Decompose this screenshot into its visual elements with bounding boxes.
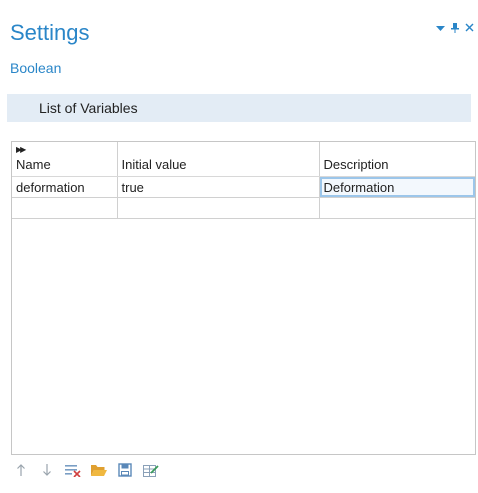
section-header[interactable]: List of Variables <box>7 94 471 122</box>
page-subtitle: Boolean <box>10 60 62 76</box>
cell-name[interactable] <box>12 197 118 219</box>
expand-columns-icon[interactable]: ▶▶ <box>16 145 26 154</box>
delete-icon[interactable] <box>64 461 82 479</box>
save-to-file-icon[interactable] <box>116 461 134 479</box>
cell-description[interactable]: Deformation <box>319 176 475 198</box>
cell-name[interactable]: deformation <box>12 176 118 198</box>
load-from-file-icon[interactable] <box>90 461 108 479</box>
edit-table-icon[interactable] <box>142 461 160 479</box>
window-controls <box>436 22 474 36</box>
column-header-initial-value[interactable]: Initial value <box>117 142 320 177</box>
move-up-icon[interactable] <box>12 461 30 479</box>
table-header-row: ▶▶ Name Initial value Description <box>12 142 475 177</box>
section-title: List of Variables <box>39 100 138 116</box>
close-icon[interactable] <box>465 23 474 35</box>
move-down-icon[interactable] <box>38 461 56 479</box>
page-title: Settings <box>10 20 90 45</box>
cell-initial-value[interactable] <box>117 197 320 219</box>
table-row[interactable]: deformation true Deformation <box>12 176 475 198</box>
variables-table: ▶▶ Name Initial value Description deform… <box>11 141 476 455</box>
dropdown-icon[interactable] <box>436 23 445 35</box>
column-header-name[interactable]: ▶▶ Name <box>12 142 118 177</box>
table-toolbar <box>12 461 160 479</box>
pin-icon[interactable] <box>451 22 459 36</box>
cell-initial-value[interactable]: true <box>117 176 320 198</box>
table-row[interactable] <box>12 197 475 219</box>
column-header-description[interactable]: Description <box>319 142 475 177</box>
cell-description[interactable] <box>319 197 475 219</box>
